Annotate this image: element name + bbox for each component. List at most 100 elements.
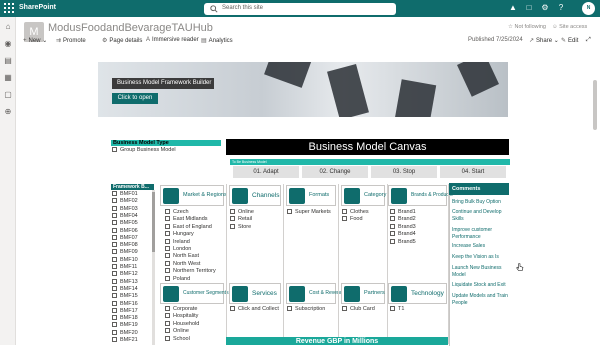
comment-item[interactable]: Increase Sales — [452, 243, 508, 250]
checkbox[interactable] — [112, 256, 117, 262]
my-sites-icon[interactable]: ▤ — [3, 56, 13, 66]
checkbox[interactable] — [165, 313, 170, 319]
customer-segments-tile[interactable]: Customer Segments — [160, 283, 229, 304]
checkbox[interactable] — [390, 223, 395, 229]
category-checkbox[interactable]: Food — [342, 216, 363, 223]
region-checkbox[interactable]: East of England — [165, 224, 212, 231]
checkbox[interactable] — [390, 231, 395, 237]
comment-item[interactable]: Launch New Business Model — [452, 265, 508, 278]
framework-item[interactable]: BMF04 — [112, 213, 138, 220]
news-icon[interactable]: ▦ — [3, 73, 13, 83]
gear-icon[interactable]: ⚙ — [540, 3, 550, 13]
checkbox[interactable] — [342, 306, 347, 312]
region-checkbox[interactable]: London — [165, 246, 191, 253]
framework-item[interactable]: BMF14 — [112, 286, 138, 293]
category-tile[interactable]: Category — [341, 185, 386, 206]
checkbox[interactable] — [165, 320, 170, 326]
framework-list[interactable]: BMF01 BMF02 BMF03 BMF04 BMF05 BMF06 BMF07 BMF08… — [111, 191, 154, 345]
step-stop-button[interactable]: 03. Stop — [371, 166, 437, 178]
search-input[interactable]: Search this site — [204, 3, 396, 15]
checkbox[interactable] — [165, 268, 170, 274]
checkbox[interactable] — [165, 209, 170, 215]
checkbox[interactable] — [287, 209, 292, 215]
framework-item[interactable]: BMF21 — [112, 337, 138, 344]
framework-item[interactable]: BMF03 — [112, 206, 138, 213]
framework-item[interactable]: BMF11 — [112, 264, 137, 271]
page-scrollbar[interactable] — [592, 50, 598, 290]
checkbox[interactable] — [112, 198, 117, 204]
checkbox[interactable] — [112, 315, 117, 321]
brand-checkbox[interactable]: Brand1 — [390, 209, 416, 216]
checkbox[interactable] — [390, 216, 395, 222]
region-checkbox[interactable]: North West — [165, 261, 200, 268]
checkbox[interactable] — [112, 271, 117, 277]
checkbox[interactable] — [230, 306, 235, 312]
service-checkbox[interactable]: Click and Collect — [230, 306, 279, 313]
expand-icon[interactable]: ⤢ — [586, 37, 591, 44]
comment-item[interactable]: Bring Bulk Buy Option — [452, 199, 508, 206]
framework-item[interactable]: BMF17 — [112, 308, 138, 315]
comment-item[interactable]: Update Models and Train People — [452, 293, 508, 306]
site-title[interactable]: ModusFoodandBevarageTAUHub — [48, 22, 213, 34]
framework-item[interactable]: BMF18 — [112, 315, 138, 322]
checkbox[interactable] — [165, 216, 170, 222]
checkbox[interactable] — [390, 306, 395, 312]
technology-tile[interactable]: Technology — [388, 283, 447, 304]
click-to-open-button[interactable]: Click to open — [112, 93, 158, 104]
create-icon[interactable]: ⊕ — [3, 107, 13, 117]
comment-item[interactable]: Improve customer Performance — [452, 227, 508, 240]
channel-checkbox[interactable]: Store — [230, 224, 251, 231]
checkbox[interactable] — [112, 300, 117, 306]
region-checkbox[interactable]: Hungary — [165, 231, 194, 238]
checkbox[interactable] — [112, 234, 117, 240]
checkbox[interactable] — [390, 238, 395, 244]
app-name[interactable]: SharePoint — [19, 4, 56, 11]
checkbox[interactable] — [112, 285, 117, 291]
checkbox[interactable] — [165, 306, 170, 312]
checkbox[interactable] — [112, 227, 117, 233]
services-tile[interactable]: Services — [229, 283, 281, 304]
site-access-button[interactable]: ☺ Site access — [552, 24, 587, 30]
checkbox[interactable] — [165, 275, 170, 281]
checkbox[interactable] — [112, 242, 117, 248]
checkbox[interactable] — [112, 278, 117, 284]
page-details-button[interactable]: ⚙ Page details — [102, 37, 142, 44]
checkbox[interactable] — [165, 223, 170, 229]
new-button[interactable]: + New ⌄ — [23, 37, 47, 44]
region-checkbox[interactable]: East Midlands — [165, 216, 208, 223]
segment-checkbox[interactable]: Corporate — [165, 306, 197, 313]
edit-button[interactable]: ✎ Edit — [561, 37, 578, 44]
framework-item[interactable]: BMF08 — [112, 242, 138, 249]
checkbox[interactable] — [112, 220, 117, 226]
region-checkbox[interactable]: Poland — [165, 276, 190, 283]
checkbox[interactable] — [230, 223, 235, 229]
format-checkbox[interactable]: Super Markets — [287, 209, 331, 216]
analytics-button[interactable]: ▤ Analytics — [201, 37, 233, 44]
immersive-reader-button[interactable]: A Immersive reader — [146, 37, 199, 43]
checkbox[interactable] — [165, 238, 170, 244]
step-change-button[interactable]: 02. Change — [302, 166, 368, 178]
formats-tile[interactable]: Formats — [286, 185, 336, 206]
comment-item[interactable]: Liquidate Stock and Exit — [452, 282, 508, 289]
brand-checkbox[interactable]: Brand5 — [390, 239, 416, 246]
partners-tile[interactable]: Partners — [341, 283, 385, 304]
region-checkbox[interactable]: Ireland — [165, 239, 190, 246]
checkbox[interactable] — [112, 191, 117, 197]
brand-checkbox[interactable]: Brand3 — [390, 224, 416, 231]
home-icon[interactable]: ⌂ — [3, 22, 13, 32]
framework-item[interactable]: BMF01 — [112, 191, 138, 198]
megaphone-icon[interactable]: ▲ — [508, 3, 518, 13]
framework-item[interactable]: BMF07 — [112, 235, 138, 242]
checkbox[interactable] — [112, 212, 117, 218]
checkbox[interactable] — [112, 307, 117, 313]
share-button[interactable]: ↗ Share ⌄ — [529, 37, 559, 44]
checkbox[interactable] — [165, 328, 170, 334]
partner-checkbox[interactable]: Club Card — [342, 306, 375, 313]
framework-item[interactable]: BMF10 — [112, 257, 138, 264]
checkbox[interactable] — [165, 246, 170, 252]
market-regions-tile[interactable]: Market & Regions — [160, 185, 227, 206]
segment-checkbox[interactable]: Hospitality — [165, 313, 198, 320]
step-start-button[interactable]: 04. Start — [440, 166, 506, 178]
framework-item[interactable]: BMF16 — [112, 301, 138, 308]
framework-item[interactable]: BMF19 — [112, 322, 138, 329]
